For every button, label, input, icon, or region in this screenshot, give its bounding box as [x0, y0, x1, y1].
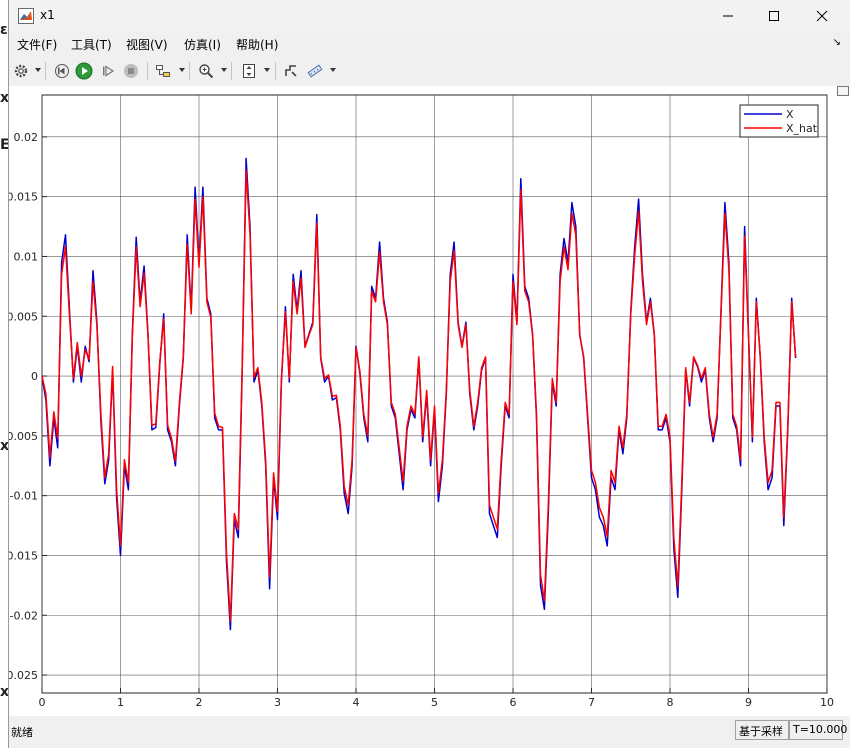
menu-tools[interactable]: 工具(T) [71, 36, 112, 53]
menu-file[interactable]: 文件(F) [17, 36, 57, 53]
settings-dropdown-icon[interactable] [35, 68, 41, 72]
background-glyph: x [0, 684, 8, 700]
zoom-button[interactable] [196, 61, 216, 81]
toolbar-separator [275, 62, 276, 80]
maximize-icon [769, 10, 779, 21]
stop-button[interactable] [121, 61, 141, 81]
toolbar-separator [231, 62, 232, 80]
y-tick-label: 0.005 [9, 310, 38, 323]
y-tick-label: -0.02 [10, 609, 38, 622]
signal-select-icon [156, 65, 170, 77]
menu-bar: 文件(F) 工具(T) 视图(V) 仿真(I) 帮助(H) ↘ [9, 33, 850, 55]
step-back-icon [55, 64, 69, 78]
x-tick-label: 10 [820, 696, 834, 709]
menu-overflow-icon[interactable]: ↘ [833, 37, 841, 48]
window-title: x1 [40, 8, 55, 22]
menu-help[interactable]: 帮助(H) [236, 36, 278, 53]
plot-panel: 0 1 2 3 4 5 6 7 8 9 10 0.02 0.015 0.01 0.005 0 -0.005 -0.… [9, 86, 850, 716]
background-glyph: x [0, 438, 8, 454]
undock-button[interactable] [837, 86, 849, 96]
measure-button[interactable] [305, 61, 325, 81]
x-tick-label: 1 [117, 696, 124, 709]
title-bar[interactable]: x1 [9, 0, 850, 31]
minimize-button[interactable] [705, 0, 751, 31]
scope-plot[interactable]: 0 1 2 3 4 5 6 7 8 9 10 0.02 0.015 0.01 0.005 0 -0.005 -0.… [9, 86, 850, 716]
y-tick-label: -0.025 [9, 669, 38, 682]
y-tick-label: 0.01 [14, 250, 39, 263]
legend-label-X: X [786, 108, 794, 121]
background-glyph: E [0, 137, 8, 153]
menu-view[interactable]: 视图(V) [126, 36, 168, 53]
close-icon [816, 10, 828, 21]
y-tick-label: 0.02 [14, 131, 39, 144]
x-tick-label: 8 [667, 696, 674, 709]
zoom-icon [199, 64, 214, 79]
x-tick-label: 6 [510, 696, 517, 709]
x-tick-label: 9 [745, 696, 752, 709]
step-back-button[interactable] [52, 61, 72, 81]
measure-icon [307, 64, 323, 78]
toolbar [9, 58, 850, 84]
x-tick-label: 0 [39, 696, 46, 709]
measure-dropdown-icon[interactable] [330, 68, 336, 72]
scope-window: x1 文件(F) 工具(T) 视图(V) 仿真(I) 帮助(H) ↘ 0 1 2… [8, 0, 850, 748]
background-glyph: x [0, 90, 8, 106]
step-forward-button[interactable] [98, 61, 118, 81]
step-forward-icon [103, 65, 115, 77]
fit-dropdown-icon[interactable] [264, 68, 270, 72]
x-tick-label: 5 [431, 696, 438, 709]
y-tick-label: 0 [31, 370, 38, 383]
zoom-dropdown-icon[interactable] [221, 68, 227, 72]
signal-select-button[interactable] [153, 61, 173, 81]
status-bar: 就绪 基于采样 T=10.000 [9, 716, 850, 748]
x-tick-label: 2 [196, 696, 203, 709]
legend-label-X_hat: X_hat [786, 122, 818, 135]
sample-mode-indicator: 基于采样 [735, 720, 789, 740]
style-button[interactable] [281, 61, 301, 81]
stop-icon [124, 64, 138, 78]
toolbar-separator [147, 62, 148, 80]
background-window-strip: ε x E x x [0, 0, 8, 748]
y-tick-label: -0.01 [10, 490, 38, 503]
x-tick-label: 4 [353, 696, 360, 709]
close-button[interactable] [799, 0, 845, 31]
menu-simulation[interactable]: 仿真(I) [184, 36, 221, 53]
status-ready-text: 就绪 [11, 726, 33, 739]
x-tick-label: 7 [588, 696, 595, 709]
fit-icon [243, 64, 255, 78]
background-glyph: ε [0, 22, 8, 38]
run-button[interactable] [74, 61, 94, 81]
y-tick-label: 0.015 [9, 191, 38, 204]
settings-button[interactable] [11, 61, 31, 81]
toolbar-separator [45, 62, 46, 80]
gear-icon [14, 64, 28, 78]
maximize-button[interactable] [751, 0, 797, 31]
toolbar-separator [189, 62, 190, 80]
signal-dropdown-icon[interactable] [179, 68, 185, 72]
run-icon [75, 62, 93, 80]
matlab-icon [18, 8, 34, 24]
style-icon [285, 65, 297, 77]
fit-button[interactable] [239, 61, 259, 81]
time-indicator: T=10.000 [789, 720, 847, 740]
y-tick-label: -0.015 [9, 549, 38, 562]
y-tick-label: -0.005 [9, 430, 38, 443]
x-tick-label: 3 [274, 696, 281, 709]
minimize-icon [723, 15, 733, 16]
